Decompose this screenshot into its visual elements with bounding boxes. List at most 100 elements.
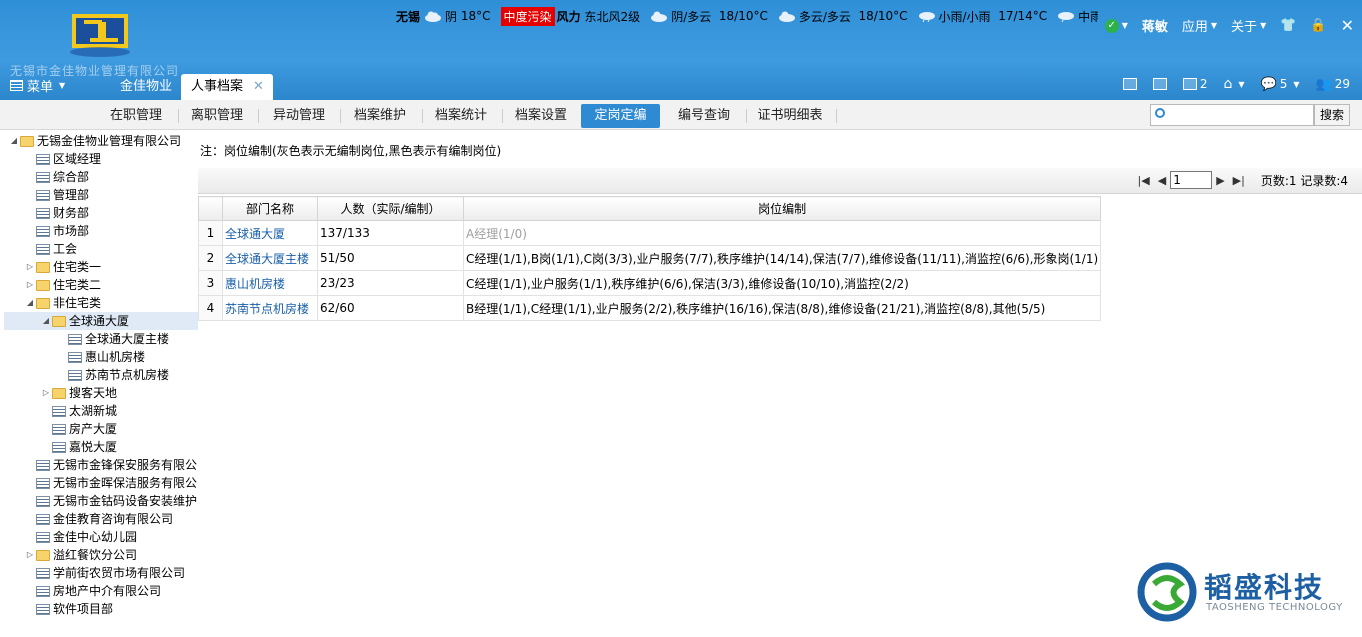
expand-icon[interactable]: ▷: [40, 384, 52, 402]
menu-button[interactable]: 菜单 ▼: [10, 76, 65, 95]
close-icon[interactable]: ✕: [1341, 16, 1354, 35]
subtab-transfer[interactable]: 异动管理: [260, 104, 338, 128]
subtab-archive-settings[interactable]: 档案设置: [504, 104, 578, 128]
dept-link[interactable]: 全球通大厦: [222, 220, 318, 246]
tree-node[interactable]: ▷ 搜客天地: [0, 384, 117, 402]
tree-node[interactable]: 金佳中心幼儿园: [0, 528, 137, 546]
subtab-certificates[interactable]: 证书明细表: [748, 104, 832, 128]
pager-info: 页数:1 记录数:4: [1260, 173, 1348, 188]
tree-node[interactable]: ◢ 无锡金佳物业管理有限公司: [0, 132, 181, 150]
expand-icon[interactable]: ▷: [24, 546, 36, 564]
subtab-number-query[interactable]: 编号查询: [666, 104, 742, 128]
subtab-resigned[interactable]: 离职管理: [180, 104, 254, 128]
wind-value: 东北风2级: [584, 9, 641, 24]
first-page-icon[interactable]: |◀: [1138, 174, 1150, 187]
lock-icon[interactable]: 🔒: [1310, 18, 1326, 33]
tree-node-label: 综合部: [53, 170, 90, 184]
tree-node[interactable]: 无锡市金锋保安服务有限公司: [0, 456, 198, 474]
tree-node-label: 市场部: [53, 224, 90, 238]
next-page-icon[interactable]: ▶: [1216, 174, 1224, 187]
tree-node[interactable]: 管理部: [0, 186, 89, 204]
org-tree: ◢ 无锡金佳物业管理有限公司 区域经理 综合部 管理部 财务部 市场部 工会 ▷ 住宅类一 ▷ 住宅类…: [0, 131, 198, 637]
tree-node[interactable]: 软件项目部: [0, 600, 113, 618]
tree-node[interactable]: 房产大厦: [0, 420, 117, 438]
grid-view-icon[interactable]: [1122, 78, 1137, 90]
row-index: 3: [198, 270, 223, 296]
dept-link[interactable]: 苏南节点机房楼: [222, 295, 318, 321]
tree-node[interactable]: 嘉悦大厦: [0, 438, 117, 456]
tree-node-label: 住宅类一: [53, 260, 102, 274]
expand-icon[interactable]: ▷: [24, 258, 36, 276]
tree-node-label: 太湖新城: [69, 404, 118, 418]
col-posts[interactable]: 岗位编制: [462, 196, 1102, 221]
tree-node[interactable]: 学前街农贸市场有限公司: [0, 564, 185, 582]
page-number-input[interactable]: [1170, 171, 1213, 189]
home-button[interactable]: ⌂ ▼: [1224, 76, 1245, 92]
quick-tools: 2 ⌂ ▼ 💬 5 ▼ 👥 29: [1107, 76, 1350, 92]
prev-page-icon[interactable]: ◀: [1158, 174, 1166, 187]
chevron-down-icon: ▼: [1210, 21, 1218, 30]
tree-node[interactable]: ◢ 全球通大厦: [4, 312, 198, 330]
apps-menu[interactable]: 应用 ▼: [1182, 16, 1217, 35]
tree-node-label: 惠山机房楼: [85, 350, 146, 364]
tree-node[interactable]: 无锡市金晖保洁服务有限公司: [0, 474, 198, 492]
table-row[interactable]: 2 全球通大厦主楼 51/50 C经理(1/1),B岗(1/1),C岗(3/3),业户…: [198, 245, 1102, 271]
tab-jinjia[interactable]: 金佳物业: [108, 74, 184, 100]
collapse-icon[interactable]: ◢: [8, 132, 20, 150]
department-icon: [52, 423, 66, 435]
tree-node[interactable]: 财务部: [0, 204, 89, 222]
subtab-archive-stats[interactable]: 档案统计: [424, 104, 498, 128]
tree-node-label: 苏南节点机房楼: [85, 368, 170, 382]
tree-node[interactable]: 苏南节点机房楼: [0, 366, 169, 384]
tree-node[interactable]: ▷ 住宅类二: [0, 276, 101, 294]
col-count[interactable]: 人数（实际/编制）: [317, 196, 464, 221]
search-button[interactable]: 搜索: [1314, 104, 1350, 126]
tree-node[interactable]: 综合部: [0, 168, 89, 186]
collapse-icon[interactable]: ◢: [24, 294, 36, 312]
tree-node[interactable]: 太湖新城: [0, 402, 117, 420]
last-page-icon[interactable]: ▶|: [1233, 174, 1245, 187]
search-field[interactable]: [1150, 104, 1314, 126]
subtab-post-staffing[interactable]: 定岗定编: [581, 104, 660, 128]
posts-cell: B经理(1/1),C经理(1/1),业户服务(2/2),秩序维护(16/16),…: [462, 295, 1102, 321]
user-status[interactable]: ✓ ▼: [1104, 18, 1128, 33]
department-icon: [36, 207, 50, 219]
tree-node-label: 溢红餐饮分公司: [53, 548, 138, 562]
table-row[interactable]: 4 苏南节点机房楼 62/60 B经理(1/1),C经理(1/1),业户服务(2/2)…: [198, 295, 1102, 321]
tree-node[interactable]: 工会: [0, 240, 77, 258]
tab-personnel[interactable]: 人事档案 ✕: [181, 74, 273, 100]
shirt-icon[interactable]: 👕: [1280, 18, 1296, 33]
table-row[interactable]: 3 惠山机房楼 23/23 C经理(1/1),业户服务(1/1),秩序维护(6/6),…: [198, 270, 1102, 296]
tree-node[interactable]: ◢ 非住宅类: [0, 294, 101, 312]
close-tab-icon[interactable]: ✕: [253, 79, 264, 94]
department-icon: [36, 225, 50, 237]
chevron-down-icon: ▼: [1260, 21, 1267, 30]
tree-node[interactable]: ▷ 溢红餐饮分公司: [0, 546, 137, 564]
tree-node[interactable]: 房地产中介有限公司: [0, 582, 161, 600]
about-menu[interactable]: 关于 ▼: [1231, 16, 1266, 35]
expand-icon[interactable]: ▷: [24, 276, 36, 294]
tree-node[interactable]: 市场部: [0, 222, 89, 240]
tree-node[interactable]: 区域经理: [0, 150, 101, 168]
forecast-day-3: 小雨/小雨 17/14°C: [918, 8, 1047, 25]
messages-button[interactable]: 💬 5 ▼: [1261, 77, 1300, 92]
table-row[interactable]: 1 全球通大厦 137/133 A经理(1/0): [198, 220, 1102, 246]
tree-node[interactable]: 惠山机房楼: [0, 348, 145, 366]
tree-node[interactable]: ▷ 住宅类一: [0, 258, 101, 276]
tree-node[interactable]: 无锡市金钴码设备安装维护: [0, 492, 197, 510]
users-button[interactable]: 👥 29: [1316, 77, 1350, 92]
subtab-archive-maintain[interactable]: 档案维护: [342, 104, 418, 128]
search-input[interactable]: [1171, 105, 1311, 125]
posts-cell: C经理(1/1),业户服务(1/1),秩序维护(6/6),保洁(3/3),维修设…: [462, 270, 1102, 296]
brand-subtitle: TAOSHENG TECHNOLOGY: [1206, 602, 1343, 613]
tree-node[interactable]: 金佳教育咨询有限公司: [0, 510, 173, 528]
tree-node[interactable]: 全球通大厦主楼: [0, 330, 169, 348]
username[interactable]: 蒋敏: [1142, 16, 1168, 35]
docs-button[interactable]: 2: [1182, 77, 1208, 91]
dept-link[interactable]: 全球通大厦主楼: [222, 245, 318, 271]
dept-link[interactable]: 惠山机房楼: [222, 270, 318, 296]
col-dept[interactable]: 部门名称: [222, 196, 318, 221]
collapse-icon[interactable]: ◢: [40, 312, 52, 330]
subtab-onjob[interactable]: 在职管理: [100, 104, 172, 128]
monitor-icon[interactable]: [1152, 78, 1167, 90]
